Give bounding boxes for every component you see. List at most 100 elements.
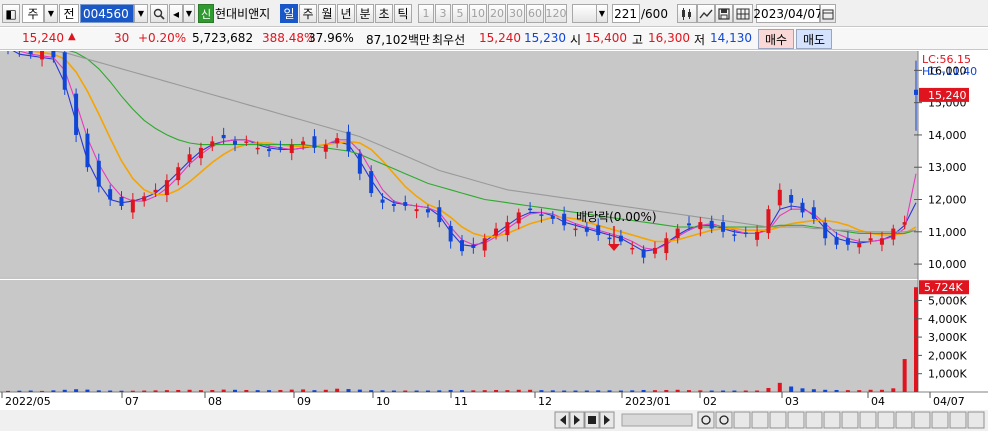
code-dropdown-icon[interactable]: ▼ (134, 4, 148, 23)
scroll-thumb[interactable] (621, 413, 693, 427)
volume-tick-label: 5,000K (928, 294, 967, 307)
save-icon[interactable] (715, 4, 733, 23)
chart-type-icon[interactable]: ◧ (2, 4, 20, 23)
candle-body (618, 235, 623, 242)
candle-body (641, 249, 646, 258)
volume-bar (96, 390, 101, 392)
period-tab-6[interactable]: 틱 (394, 4, 412, 23)
new-badge: 신 (198, 4, 214, 23)
volume-bar (789, 386, 794, 392)
speaker-dropdown-icon[interactable]: ▼ (183, 4, 195, 23)
volume-bar (630, 390, 635, 392)
zoom-in-button[interactable] (715, 411, 733, 429)
view-button-5[interactable] (805, 411, 823, 429)
view-button-11[interactable] (913, 411, 931, 429)
candle-body (403, 202, 408, 206)
view-button-10[interactable] (895, 411, 913, 429)
volume-bar (357, 389, 362, 392)
sell-button[interactable]: 매도 (796, 29, 832, 49)
count-input[interactable]: 221 (612, 4, 640, 23)
view-button-3[interactable] (769, 411, 787, 429)
date-tick-label: 03 (785, 395, 799, 408)
period-tab-0[interactable]: 일 (280, 4, 298, 23)
view-button-9[interactable] (877, 411, 895, 429)
candle-body (914, 89, 918, 95)
interval-tab-2[interactable]: 5 (452, 4, 468, 23)
stock-code-input[interactable]: 004560 (80, 4, 134, 23)
view-button-2[interactable] (751, 411, 769, 429)
volume-tick-label: 4,000K (928, 313, 967, 326)
candle-body (777, 189, 782, 206)
volume-bar (834, 389, 839, 392)
volume-bar (346, 389, 351, 392)
interval-dropdown-icon[interactable]: ▼ (596, 4, 608, 23)
date-input[interactable]: 2023/04/07 (753, 4, 823, 23)
open-label: 시 (570, 33, 582, 47)
interval-tab-7[interactable]: 120 (545, 4, 567, 23)
market-select[interactable]: 주 (22, 4, 44, 23)
candle-body (267, 149, 272, 152)
period-tab-3[interactable]: 년 (337, 4, 355, 23)
candle-tool-icon[interactable] (677, 4, 697, 23)
interval-tab-4[interactable]: 20 (488, 4, 506, 23)
price-tick-label: 16,000 (928, 64, 967, 77)
interval-tab-6[interactable]: 60 (526, 4, 544, 23)
candle-body (312, 136, 317, 148)
scrollbar[interactable] (0, 410, 988, 431)
market-dropdown-icon[interactable]: ▼ (44, 4, 58, 23)
candle-body (811, 207, 816, 219)
grid-icon[interactable] (733, 4, 753, 23)
candle-body (221, 134, 226, 139)
volume-bar (755, 390, 760, 392)
trend-tool-icon[interactable] (697, 4, 715, 23)
candle-body (301, 141, 306, 145)
volume-bar (233, 389, 237, 392)
interval-tab-3[interactable]: 10 (469, 4, 487, 23)
volume-bar (482, 390, 487, 392)
speaker-icon[interactable]: ◂ (169, 4, 183, 23)
candle-body (823, 222, 828, 239)
candle-body (721, 222, 726, 232)
view-button-13[interactable] (949, 411, 967, 429)
period-tab-1[interactable]: 주 (299, 4, 317, 23)
interval-tab-5[interactable]: 30 (507, 4, 525, 23)
volume-bar (437, 390, 442, 392)
candle-body (732, 234, 737, 236)
period-tab-2[interactable]: 월 (318, 4, 336, 23)
period-tab-5[interactable]: 초 (375, 4, 393, 23)
volume-bar (857, 390, 862, 392)
view-button-4[interactable] (787, 411, 805, 429)
period-tab-4[interactable]: 분 (356, 4, 374, 23)
volume-bar (550, 390, 555, 392)
view-button-7[interactable] (841, 411, 859, 429)
interval-tab-0[interactable]: 1 (418, 4, 434, 23)
best-ask: 15,240 (479, 31, 521, 45)
change-up-icon: ▲ (68, 31, 76, 42)
candle-body (198, 147, 203, 159)
candle-body (369, 171, 374, 194)
view-button-14[interactable] (967, 411, 985, 429)
zoom-out-button[interactable] (697, 411, 715, 429)
volume-bar (198, 390, 203, 392)
view-button-1[interactable] (733, 411, 751, 429)
candle-body (357, 153, 362, 174)
view-button-8[interactable] (859, 411, 877, 429)
candle-body (709, 220, 714, 229)
volume-bar (74, 389, 79, 392)
interval-tab-1[interactable]: 3 (435, 4, 451, 23)
price-tick-label: 11,000 (928, 226, 967, 239)
calendar-icon[interactable] (820, 4, 836, 23)
view-button-6[interactable] (823, 411, 841, 429)
volume-bar (879, 389, 884, 392)
count-total: /600 (641, 6, 668, 21)
view-button-12[interactable] (931, 411, 949, 429)
candle-body (425, 209, 430, 213)
volume-bar (505, 390, 510, 392)
high-label: 고 (632, 33, 644, 47)
buy-button[interactable]: 매수 (758, 29, 794, 49)
mode-select[interactable]: 전 (59, 4, 79, 23)
candle-body (278, 147, 283, 149)
candle-body (528, 208, 533, 211)
candle-body (766, 209, 771, 234)
search-icon[interactable] (150, 4, 168, 23)
